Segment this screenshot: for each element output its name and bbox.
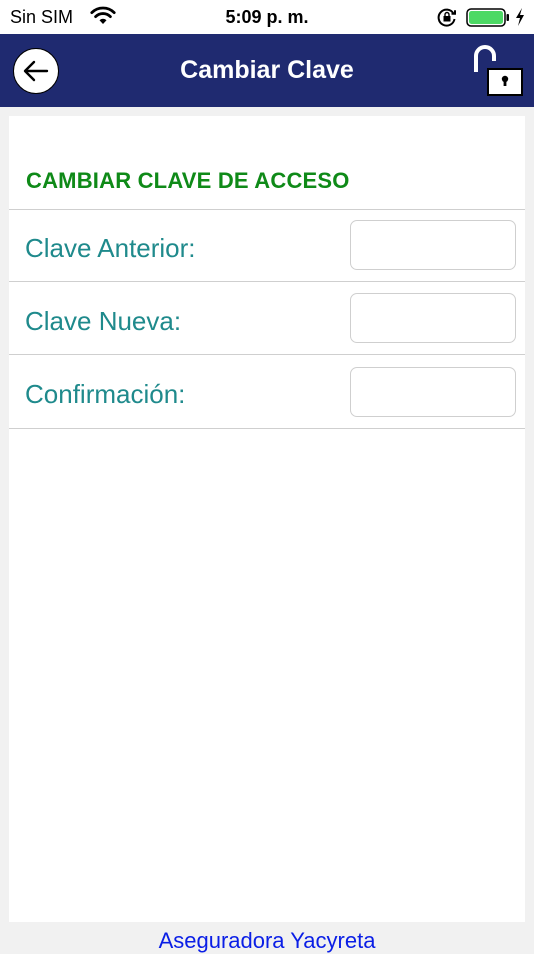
confirm-password-input[interactable] bbox=[350, 367, 516, 417]
old-password-input[interactable] bbox=[350, 220, 516, 270]
confirm-password-label: Confirmación: bbox=[25, 379, 186, 409]
new-password-label: Clave Nueva: bbox=[25, 306, 182, 336]
divider bbox=[9, 428, 525, 429]
divider bbox=[9, 281, 525, 282]
footer-company-link[interactable]: Aseguradora Yacyreta bbox=[0, 928, 534, 954]
change-password-card: CAMBIAR CLAVE DE ACCESO Clave Anterior: … bbox=[9, 116, 525, 922]
unlocked-padlock-icon bbox=[474, 45, 523, 96]
divider bbox=[9, 209, 525, 210]
section-title: CAMBIAR CLAVE DE ACCESO bbox=[26, 168, 350, 193]
divider bbox=[9, 354, 525, 355]
battery-icon bbox=[466, 8, 509, 27]
status-bar: Sin SIM 5:09 p. m. bbox=[0, 0, 534, 34]
charging-bolt-icon bbox=[516, 8, 524, 26]
rotation-lock-icon bbox=[437, 8, 456, 27]
nav-bar: Cambiar Clave bbox=[0, 34, 534, 107]
old-password-label: Clave Anterior: bbox=[25, 233, 196, 263]
new-password-input[interactable] bbox=[350, 293, 516, 343]
page-title: Cambiar Clave bbox=[180, 56, 354, 84]
logout-button[interactable] bbox=[470, 44, 526, 98]
